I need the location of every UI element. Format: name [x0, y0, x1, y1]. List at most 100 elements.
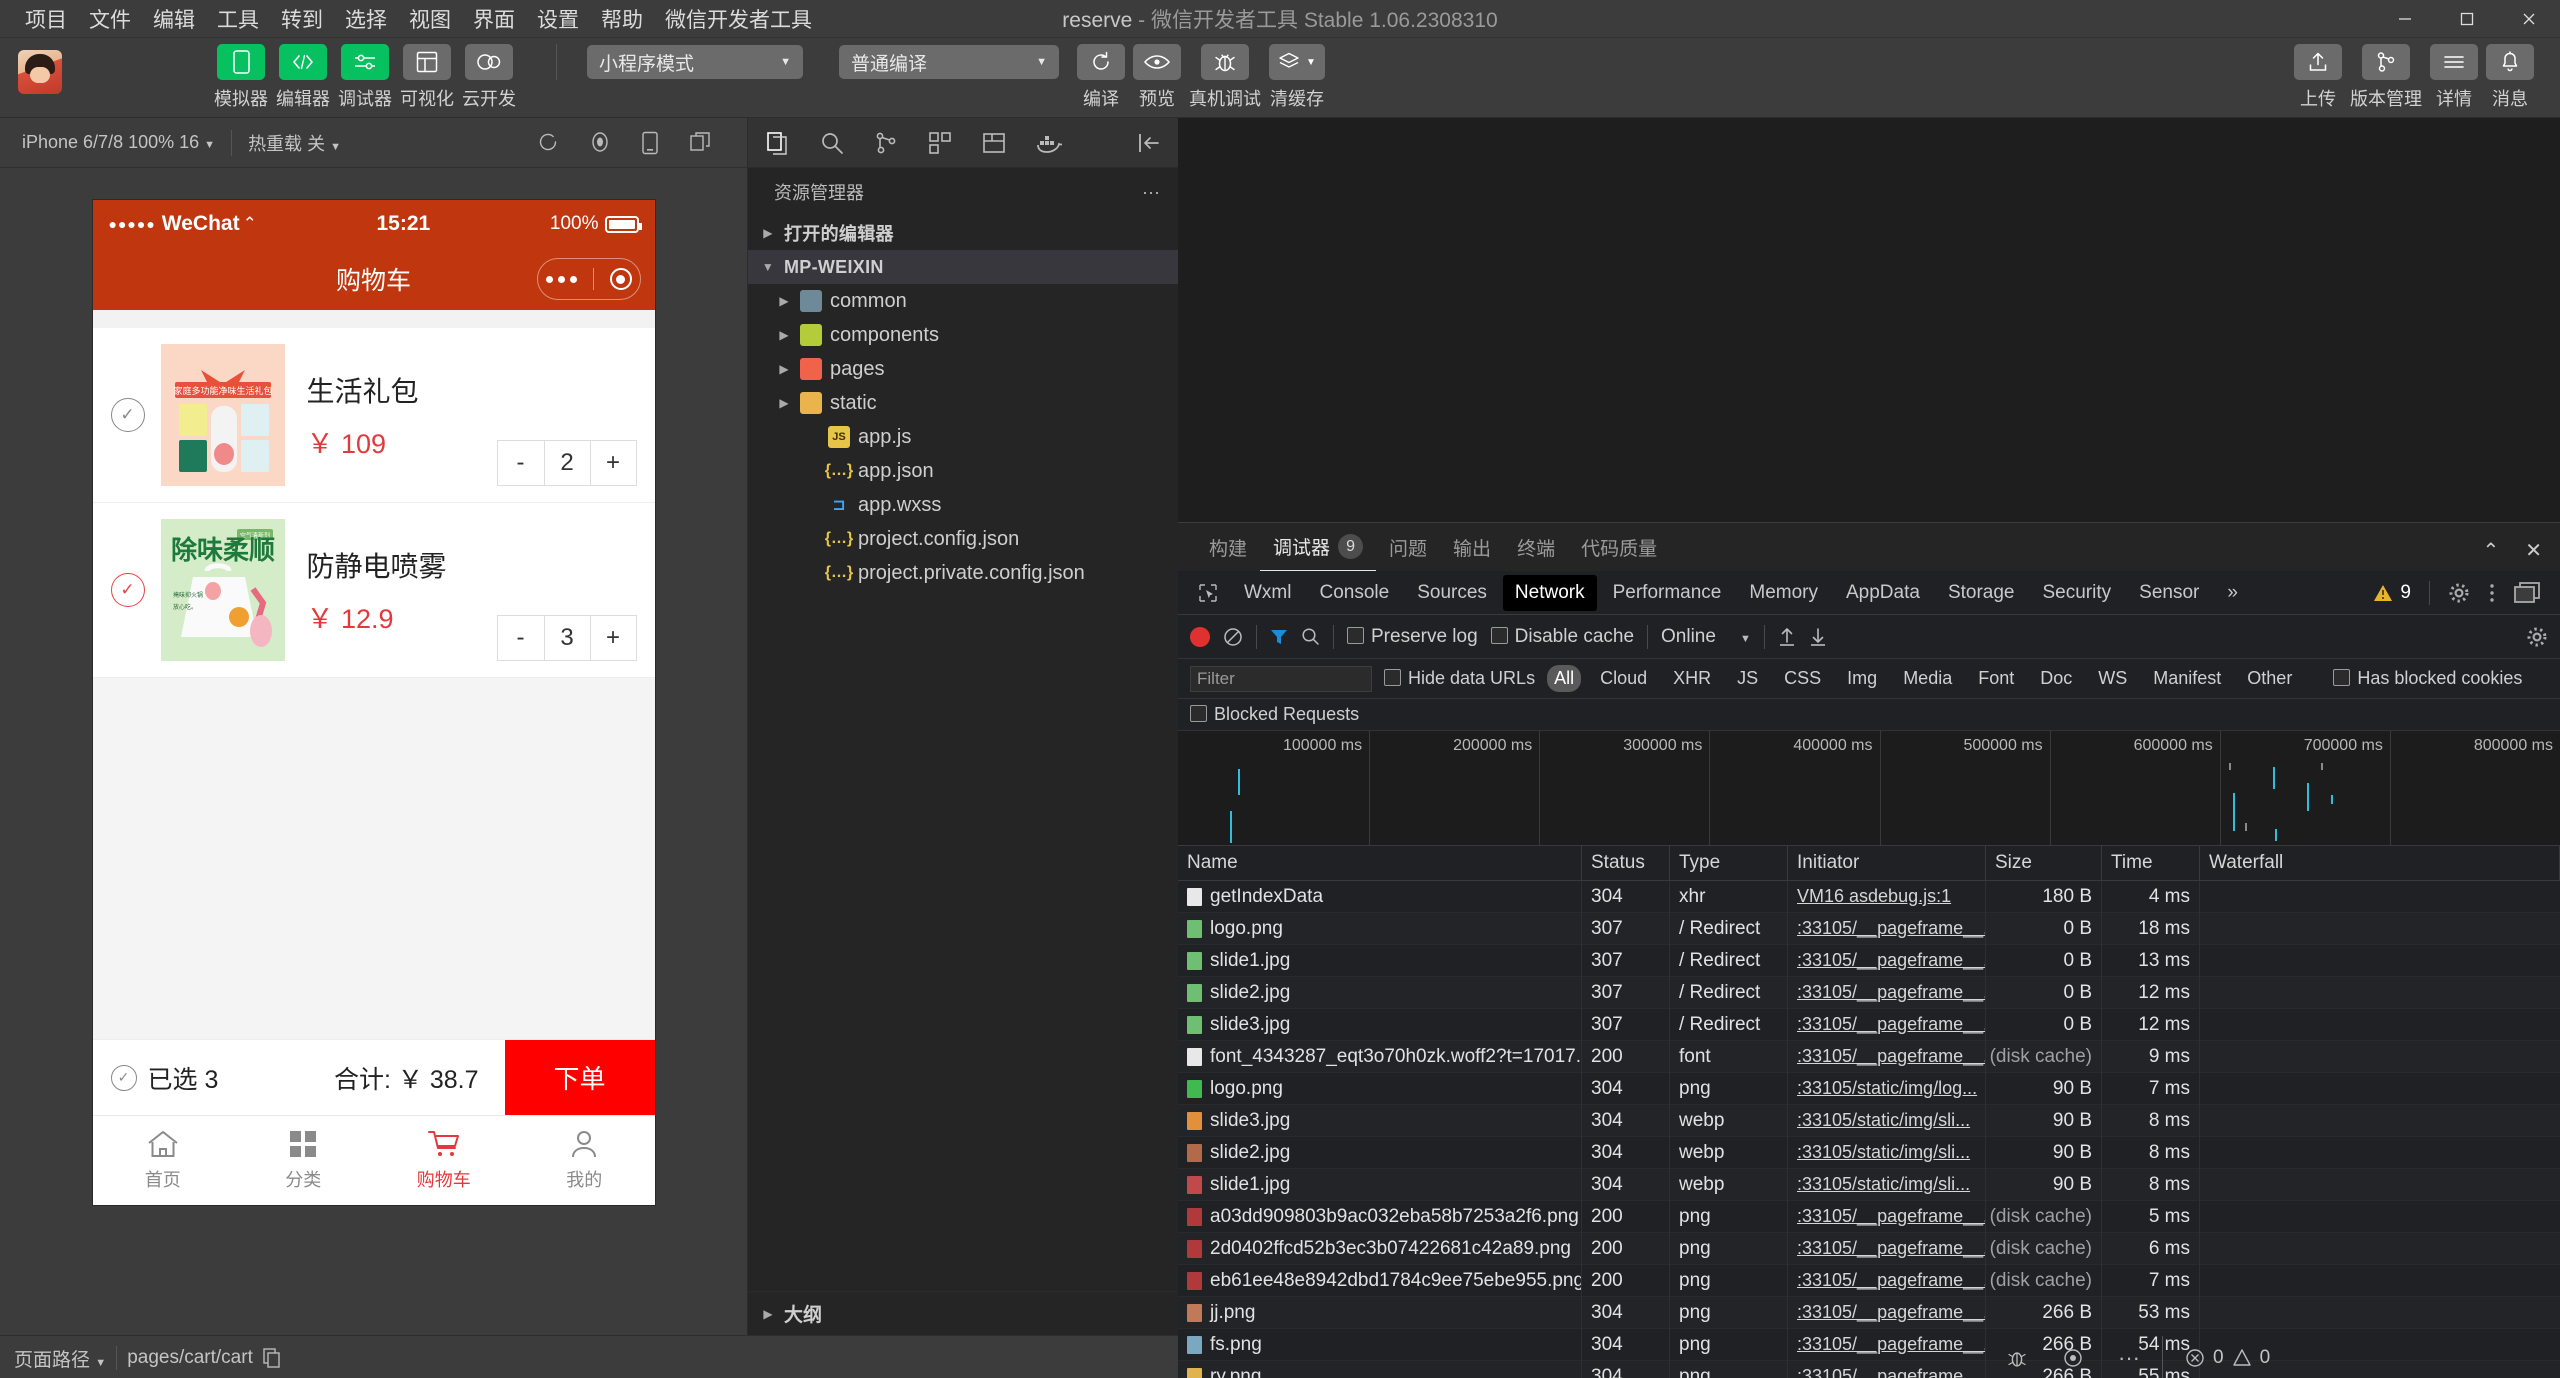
toolbar-realdevice-button[interactable]: 真机调试 — [1189, 44, 1261, 111]
initiator-link[interactable]: :33105/__pageframe__... — [1797, 1334, 1985, 1355]
throttling-select[interactable]: Online ▼ — [1661, 626, 1751, 648]
initiator-link[interactable]: :33105/__pageframe__... — [1797, 1014, 1985, 1035]
table-row[interactable]: getIndexData 304 xhr VM16 asdebug.js:1 180 B… — [1178, 880, 2560, 913]
has-blocked-cookies-checkbox[interactable]: Has blocked cookies — [2333, 668, 2522, 689]
search-icon[interactable] — [1301, 627, 1320, 646]
tab-overflow[interactable]: » — [2215, 575, 2250, 611]
panel-tab-codequality[interactable]: 代码质量 — [1568, 534, 1670, 571]
initiator-link[interactable]: :33105/static/img/sli... — [1797, 1142, 1970, 1163]
toolbar-compile-button[interactable]: 编译 — [1077, 44, 1125, 111]
cell-initiator[interactable]: :33105/__pageframe__... — [1788, 1232, 1986, 1265]
table-row[interactable]: 2d0402ffcd52b3ec3b07422681c42a89.png 200 p… — [1178, 1232, 2560, 1265]
rotate-icon[interactable] — [641, 131, 659, 155]
menu-item-view[interactable]: 视图 — [398, 0, 462, 38]
filter-type-font[interactable]: Font — [1971, 665, 2021, 692]
filter-type-other[interactable]: Other — [2240, 665, 2299, 692]
toolbar-clearcache-button[interactable]: ▼ 清缓存 — [1269, 44, 1325, 111]
stepper-minus-button[interactable]: - — [498, 441, 544, 485]
panel-tab-build[interactable]: 构建 — [1196, 534, 1260, 571]
tab-sources[interactable]: Sources — [1405, 575, 1499, 611]
cell-initiator[interactable]: :33105/__pageframe__... — [1788, 1328, 1986, 1361]
docker-icon[interactable] — [1036, 132, 1062, 154]
tree-item-common[interactable]: ▶ common — [748, 284, 1178, 318]
cell-initiator[interactable]: :33105/__pageframe__... — [1788, 1040, 1986, 1073]
explorer-more-button[interactable]: ··· — [1142, 182, 1160, 203]
initiator-link[interactable]: :33105/__pageframe__... — [1797, 982, 1985, 1003]
tab-security[interactable]: Security — [2031, 575, 2124, 611]
tabbar-item-cart[interactable]: 购物车 — [374, 1116, 515, 1205]
filter-type-media[interactable]: Media — [1896, 665, 1959, 692]
minimize-button[interactable] — [2374, 0, 2436, 38]
user-avatar[interactable] — [18, 50, 62, 94]
close-target-icon[interactable] — [609, 268, 632, 290]
column-header-type[interactable]: Type — [1670, 846, 1788, 881]
toolbar-cloud-button[interactable]: 云开发 — [462, 44, 516, 111]
tree-item-app-js[interactable]: ▶ JS app.js — [748, 420, 1178, 454]
initiator-link[interactable]: :33105/static/img/sli... — [1797, 1110, 1970, 1131]
gear-icon[interactable] — [2448, 582, 2470, 604]
toolbar-upload-button[interactable]: 上传 — [2294, 44, 2342, 111]
tree-item-app-wxss[interactable]: ▶ ⊐ app.wxss — [748, 488, 1178, 522]
cell-initiator[interactable]: VM16 asdebug.js:1 — [1788, 880, 1986, 913]
cart-item-checkbox[interactable]: ✓ — [110, 398, 145, 432]
cart-item[interactable]: ✓ 空气清新剂 除味柔顺 掩味抑火锅 放心吃。 防静电喷雾 ￥ 12.9 - 3… — [92, 503, 655, 678]
menu-item-ui[interactable]: 界面 — [462, 0, 526, 38]
table-row[interactable]: slide2.jpg 307/ Redirect:33105/__pagefram… — [1178, 976, 2560, 1009]
network-timeline[interactable]: 100000 ms 200000 ms 300000 ms 400000 ms … — [1178, 731, 2560, 846]
table-row[interactable]: slide1.jpg 307/ Redirect:33105/__pagefram… — [1178, 944, 2560, 977]
blocked-requests-checkbox[interactable]: Blocked Requests — [1190, 704, 1359, 725]
outline-section[interactable]: ▶ 大纲 — [748, 1291, 1178, 1335]
collapse-icon[interactable] — [1136, 132, 1160, 154]
tree-section-open-editors[interactable]: ▶ 打开的编辑器 — [748, 216, 1178, 250]
device-select[interactable]: iPhone 6/7/8 100% 16 ▼ — [12, 132, 225, 153]
menu-item-project[interactable]: 项目 — [14, 0, 78, 38]
cell-initiator[interactable]: :33105/__pageframe__... — [1788, 1200, 1986, 1233]
table-row[interactable]: logo.png 304 png:33105/static/img/log... 90… — [1178, 1072, 2560, 1105]
menu-item-edit[interactable]: 编辑 — [142, 0, 206, 38]
cell-initiator[interactable]: :33105/__pageframe__... — [1788, 1360, 1986, 1378]
table-row[interactable]: slide2.jpg 304 webp:33105/static/img/sli..… — [1178, 1136, 2560, 1169]
wechat-capsule[interactable] — [536, 258, 641, 300]
cell-initiator[interactable]: :33105/static/img/log... — [1788, 1072, 1986, 1105]
menu-item-file[interactable]: 文件 — [78, 0, 142, 38]
cart-item-checkbox[interactable]: ✓ — [110, 573, 145, 607]
cell-initiator[interactable]: :33105/__pageframe__... — [1788, 976, 1986, 1009]
warning-indicator[interactable]: 9 — [2373, 582, 2411, 604]
filter-type-doc[interactable]: Doc — [2033, 665, 2079, 692]
column-header-initiator[interactable]: Initiator — [1788, 846, 1986, 881]
toolbar-visual-button[interactable]: 可视化 — [400, 44, 454, 111]
record-icon[interactable] — [589, 131, 611, 155]
import-har-icon[interactable] — [1778, 627, 1796, 647]
initiator-link[interactable]: VM16 asdebug.js:1 — [1797, 886, 1951, 907]
more-vertical-icon[interactable] — [2488, 582, 2496, 604]
toolbar-debugger-button[interactable]: 调试器 — [338, 44, 392, 111]
menu-item-devtool[interactable]: 微信开发者工具 — [654, 0, 823, 38]
column-header-size[interactable]: Size — [1986, 846, 2102, 881]
menu-item-help[interactable]: 帮助 — [590, 0, 654, 38]
filter-type-js[interactable]: JS — [1730, 665, 1765, 692]
tab-network[interactable]: Network — [1502, 574, 1597, 611]
hide-data-urls-checkbox[interactable]: Hide data URLs — [1384, 668, 1535, 689]
filter-type-all[interactable]: All — [1547, 665, 1582, 692]
extensions-icon[interactable] — [928, 131, 952, 155]
tree-section-mp-weixin[interactable]: ▼ MP-WEIXIN — [748, 250, 1178, 284]
disable-cache-checkbox[interactable]: Disable cache — [1490, 626, 1634, 648]
filter-input[interactable]: Filter — [1190, 665, 1372, 692]
compile-select[interactable]: 普通编译 ▼ — [839, 45, 1059, 79]
select-all-checkbox-icon[interactable]: ✓ — [110, 1064, 137, 1091]
stepper-plus-button[interactable]: + — [589, 616, 636, 660]
filter-type-manifest[interactable]: Manifest — [2146, 665, 2228, 692]
search-icon[interactable] — [820, 131, 844, 155]
quantity-stepper[interactable]: - 2 + — [496, 440, 637, 486]
close-button[interactable] — [2498, 0, 2560, 38]
column-header-time[interactable]: Time — [2102, 846, 2200, 881]
preserve-log-checkbox[interactable]: Preserve log — [1347, 626, 1478, 648]
menu-item-tools[interactable]: 工具 — [206, 0, 270, 38]
mode-select[interactable]: 小程序模式 ▼ — [587, 45, 803, 79]
tab-sensor[interactable]: Sensor — [2127, 575, 2211, 611]
table-row[interactable]: slide3.jpg 304 webp:33105/static/img/sli..… — [1178, 1104, 2560, 1137]
tree-item-pages[interactable]: ▶ pages — [748, 352, 1178, 386]
column-header-name[interactable]: Name — [1178, 846, 1582, 881]
initiator-link[interactable]: :33105/__pageframe__... — [1797, 1238, 1985, 1259]
toolbar-version-button[interactable]: 版本管理 — [2350, 44, 2422, 111]
